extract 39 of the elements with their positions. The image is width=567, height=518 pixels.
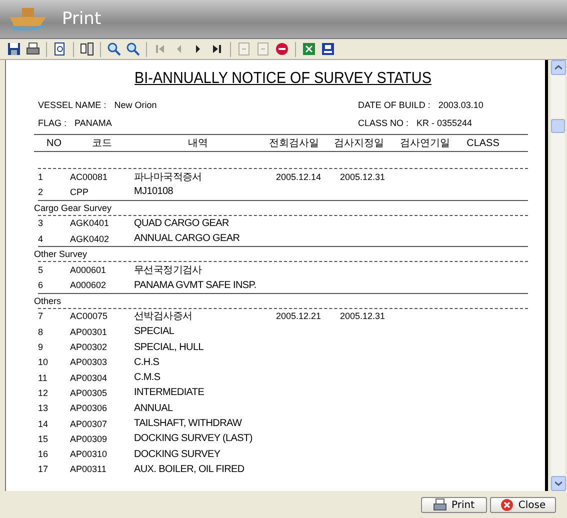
column-header: 검사지정일 <box>333 137 385 150</box>
column-header: CLASS <box>466 138 500 148</box>
scroll-thumb[interactable] <box>551 118 565 132</box>
document-magnifier-icon[interactable] <box>53 42 67 56</box>
close-icon <box>500 498 514 512</box>
field-value: KR - 0355244 <box>416 118 472 128</box>
scroll-down-icon[interactable] <box>550 476 566 491</box>
column-header: 코드 <box>91 137 113 150</box>
field-label: VESSEL NAME : <box>38 100 106 110</box>
group-label: Cargo Gear Survey <box>34 202 113 215</box>
scrollbar[interactable] <box>551 60 565 491</box>
stop-icon[interactable] <box>275 42 289 56</box>
printer-icon <box>433 498 448 512</box>
column-header: 전회검사일 <box>268 137 320 150</box>
field-label: CLASS NO : <box>358 118 409 128</box>
field-label: DATE OF BUILD : <box>358 100 430 110</box>
report-title: BI-ANNUALLY NOTICE OF SURVEY STATUS <box>134 70 432 88</box>
group-label: Others <box>34 294 62 308</box>
window-title: Print <box>62 9 102 29</box>
field-value: New Orion <box>114 100 157 110</box>
layout-icon[interactable] <box>321 42 335 56</box>
printer-icon[interactable] <box>26 42 40 56</box>
print-button[interactable]: Print <box>421 497 487 513</box>
field-value: 2003.03.10 <box>438 100 484 110</box>
zoom-out-icon[interactable] <box>126 42 140 56</box>
page-columns-icon[interactable] <box>80 42 94 56</box>
column-header: NO <box>46 138 62 148</box>
report-page: BI-ANNUALLY NOTICE OF SURVEY STATUS VESSEL NAME : New Orion DATE OF BUILD : 2003.03.10 FLAG : PANAMA CLASS NO : KR - 0355244 NO 코드 내역 전회검사일 검사지정일 검사연기일 CLASS 1 AC00081 파나마국적증서 2005.12.14 2005.12.31 2 CPP MJ10108 Cargo Gear Survey 3 AGK0401 QUAD CARGO GEAR 4 AGK0402 ANNUAL CARGO GEAR Other Survey 5 A000601 무선국정기검사 6 A000602 PANAMA GVMT SAFE INSP. Others 7 AC00075 선박검사증서 2005.12.21 2005.12.31 8 AP00301 SPECIAL 9 AP00302 SPECIAL, HULL 10 AP00303 C.H.S 11 AP00304 C.M.S 12 AP00305 INTERMEDIATE 13 AP00306 ANNUAL 14 AP00307 TAILSHAFT, WITHDRAW 15 AP00309 DOCKING SURVEY (LAST) 16 AP00310 DOCKING SURVEY 17 AP00311 AUX. BOILER, OIL FIRED <box>5 60 548 491</box>
zoom-in-icon[interactable] <box>107 42 121 56</box>
column-header: 내역 <box>187 137 209 150</box>
column-header: 검사연기일 <box>399 137 451 150</box>
field-value: PANAMA <box>74 118 112 128</box>
close-button[interactable]: Close <box>490 497 556 513</box>
field-label: FLAG : <box>38 118 67 128</box>
group-label: Other Survey <box>34 248 88 262</box>
ship-icon <box>8 5 48 33</box>
spreadsheet-icon[interactable] <box>302 42 316 56</box>
scroll-up-icon[interactable] <box>550 60 566 75</box>
last-page-icon[interactable] <box>210 42 224 56</box>
